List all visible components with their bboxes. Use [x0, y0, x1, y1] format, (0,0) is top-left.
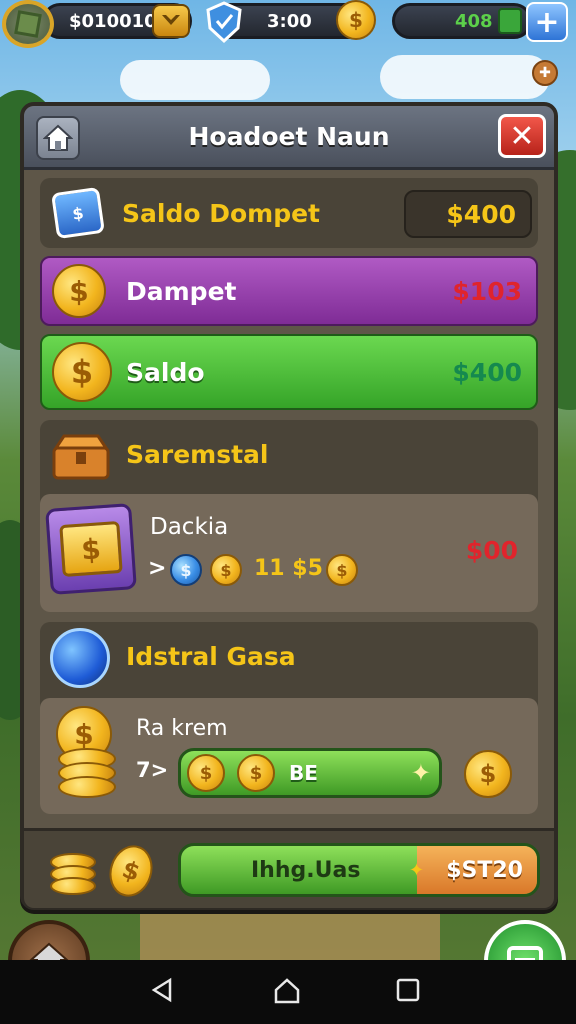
item-amount: 11 $5	[254, 556, 323, 581]
section2-title: Idstral Gasa	[126, 642, 296, 671]
price-tag: ✦ $ST20	[409, 846, 537, 894]
panel-footer: $ Ihhg.Uas ✦ $ST20	[24, 828, 554, 908]
currency-amount: $010010	[69, 10, 157, 32]
balance-label: Saldo Dompet	[122, 198, 320, 228]
back-icon[interactable]	[148, 976, 176, 1011]
coin-icon[interactable]: $	[336, 0, 376, 40]
plus-icon: +	[534, 4, 560, 40]
coin-icon: $	[326, 554, 358, 586]
wallet-icon: $	[51, 186, 105, 240]
item-card-dackia[interactable]: $ Dackia > $ $ 11 $5 $ $00	[40, 494, 538, 612]
balance-value: $400	[446, 199, 516, 229]
coin-icon: $	[102, 839, 160, 903]
item-count: 7>	[136, 758, 169, 782]
panel-header: Hoadoet Naun ✕	[24, 106, 554, 170]
price-value: $ST20	[446, 857, 523, 883]
plus-button[interactable]: +	[526, 2, 568, 42]
saldo-label: Saldo	[126, 357, 205, 387]
item-arrow: >	[148, 556, 167, 581]
orb-icon	[50, 628, 110, 688]
blue-coin-icon: $	[170, 554, 202, 586]
close-button[interactable]: ✕	[498, 114, 546, 158]
item-name: Dackia	[150, 514, 229, 540]
shield-icon	[202, 0, 246, 44]
sparkle-icon: ✦	[410, 759, 431, 787]
player-avatar[interactable]	[2, 0, 54, 48]
saldo-value: $400	[452, 357, 522, 387]
sparkle-icon: ✦	[409, 859, 425, 881]
ticket-icon: $	[45, 503, 137, 595]
coin-icon: $	[237, 754, 275, 792]
progress-bar[interactable]: $ $ BE ✦	[178, 748, 442, 798]
chest-icon	[50, 430, 112, 482]
timer-text: 3:00	[267, 10, 312, 32]
item-name: Ra krem	[136, 716, 228, 741]
circle-home-icon[interactable]	[272, 976, 302, 1013]
section1-title: Saremstal	[126, 440, 269, 469]
gem-icon	[498, 8, 522, 34]
coin-icon: $	[210, 554, 242, 586]
coin-icon: $	[52, 342, 112, 402]
coin-icon[interactable]: $	[464, 750, 512, 798]
close-icon: ✕	[509, 118, 535, 154]
recents-icon[interactable]	[394, 976, 422, 1011]
coin-icon: $	[187, 754, 225, 792]
wallet-panel: Hoadoet Naun ✕ $ Saldo Dompet $400 $ Dam…	[20, 102, 558, 910]
item-card-rakrem[interactable]: $ Ra krem 7> $ $ BE ✦ $	[40, 698, 538, 814]
dampet-row[interactable]: $ Dampet $103	[40, 256, 538, 326]
balance-row: $ Saldo Dompet $400	[40, 178, 538, 248]
system-nav-bar	[0, 960, 576, 1024]
dampet-label: Dampet	[126, 276, 237, 306]
purchase-label: Ihhg.Uas	[251, 858, 361, 883]
top-hud: $010010 3:00 $ 408 + ✚	[0, 0, 576, 86]
bar-label: BE	[289, 761, 318, 785]
dampet-value: $103	[452, 276, 522, 306]
panel-title: Hoadoet Naun	[188, 122, 390, 151]
saldo-row[interactable]: $ Saldo $400	[40, 334, 538, 410]
coin-icon: $	[52, 264, 106, 318]
block-icon	[14, 10, 42, 38]
settings-icon[interactable]: ✚	[532, 60, 558, 86]
balance-box: $400	[404, 190, 532, 238]
item-value: $00	[465, 536, 518, 565]
purchase-button[interactable]: Ihhg.Uas ✦ $ST20	[178, 843, 540, 897]
gems-amount: 408	[455, 10, 493, 32]
rank-chevron-icon[interactable]	[152, 4, 190, 38]
